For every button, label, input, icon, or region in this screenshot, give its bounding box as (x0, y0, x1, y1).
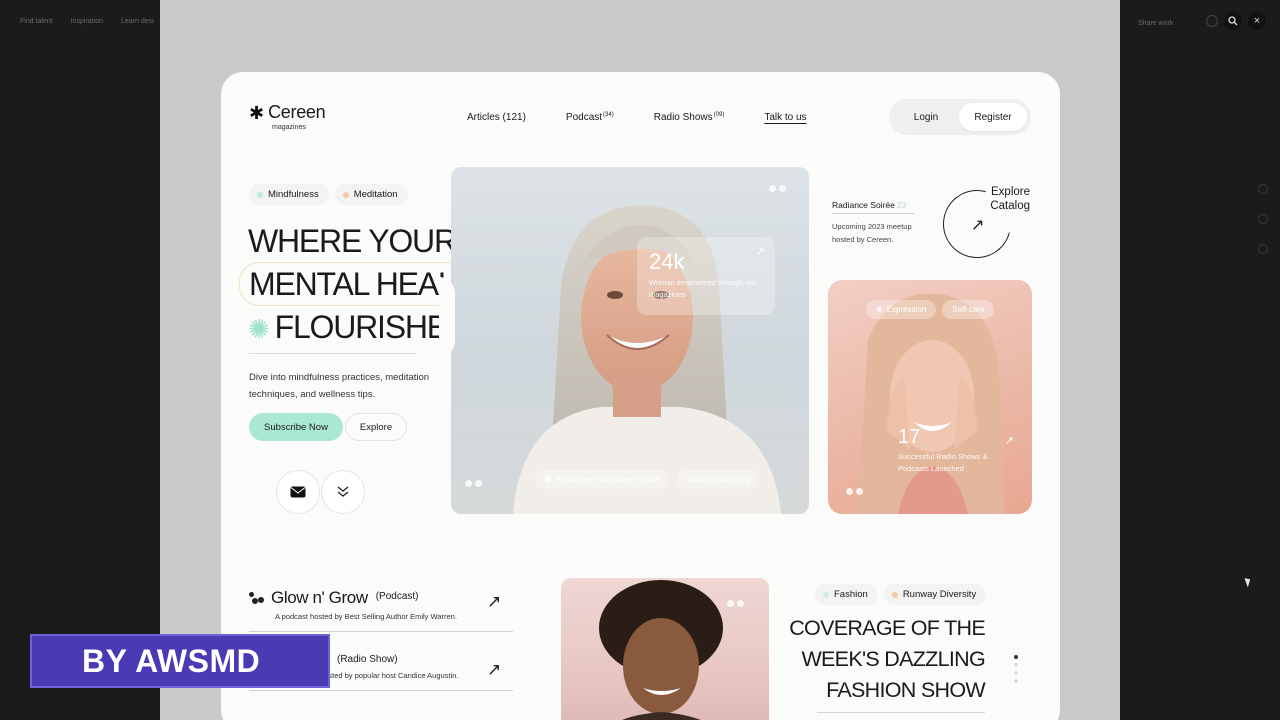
hero-photo-pills: ✺ Rediscover Your Inner Peace holistic we… (535, 470, 761, 489)
sparkle-icon: ✺ (876, 305, 883, 314)
stat-card-shows: 17 Successful Radio Shows & Podcasts Lau… (898, 426, 1014, 475)
event-underline (832, 213, 914, 214)
viewer-tools: × (1206, 12, 1266, 30)
show-title: Glow n' Grow (271, 588, 368, 607)
tag-dot (257, 191, 263, 198)
register-button[interactable]: Register (959, 103, 1027, 131)
main-nav: Articles (121) Podcast(34) Radio Shows(0… (467, 112, 807, 123)
mail-button[interactable] (276, 470, 320, 514)
mouse-cursor-icon (1244, 576, 1253, 588)
hero-description: Dive into mindfulness practices, meditat… (249, 372, 430, 400)
fashion-tags: Fashion Runway Diversity (815, 584, 987, 605)
show-item-podcast[interactable]: Glow n' Grow (Podcast) A podcast hosted … (249, 588, 513, 632)
share-work-link[interactable]: Share work (1138, 20, 1173, 27)
sparkle-icon: ✺ (545, 475, 552, 484)
viewer-top-nav: Find talent Inspiration Learn desi (20, 18, 154, 25)
fashion-photo (561, 578, 769, 720)
nav-podcast[interactable]: Podcast(34) (566, 112, 614, 123)
auth-toggle: Login Register (889, 99, 1031, 135)
event-description: Upcoming 2023 meetup hosted by Cereen. (832, 222, 912, 244)
design-shot: ✱ Cereen magazines Articles (121) Podcas… (221, 72, 1060, 720)
info-icon[interactable] (1258, 244, 1268, 254)
explore-button[interactable]: Explore (345, 413, 407, 441)
divider (249, 690, 513, 691)
pill-expression[interactable]: ✺ Expression (866, 300, 937, 319)
side-photo: ✺ Expression Self-care 17 Successful Radi… (828, 280, 1032, 514)
brand-subtitle: magazines (272, 124, 306, 131)
clover-icon: ✱ (249, 102, 265, 123)
stat-card-women: 24k Woman empowered through our magazine… (637, 237, 775, 315)
hero-portrait-image (513, 205, 781, 514)
pill-inner-peace[interactable]: ✺ Rediscover Your Inner Peace (535, 470, 670, 489)
sparkle-icon: ✺ (248, 314, 270, 344)
nav-radio-shows[interactable]: Radio Shows(09) (654, 112, 725, 123)
side-photo-pills: ✺ Expression Self-care (866, 300, 995, 319)
stat-value: 17 (898, 426, 921, 448)
tag-mindfulness[interactable]: Mindfulness (249, 184, 329, 205)
logo[interactable]: ✱ Cereen magazines (249, 102, 326, 131)
viewer-nav-inspiration[interactable]: Inspiration (71, 18, 103, 25)
nav-talk-to-us[interactable]: Talk to us (764, 112, 806, 123)
fashion-pager (727, 600, 744, 607)
divider (249, 353, 417, 354)
arrow-up-right-icon[interactable]: ↗ (756, 245, 765, 258)
arrow-up-right-icon[interactable]: ↗ (1005, 434, 1014, 447)
tag-fashion[interactable]: Fashion (815, 584, 878, 605)
show-kind: (Podcast) (375, 590, 419, 602)
divider (817, 712, 985, 713)
pill-holistic[interactable]: holistic well-being (677, 470, 761, 489)
pill-self-care[interactable]: Self-care (942, 300, 995, 319)
subscribe-button[interactable]: Subscribe Now (249, 413, 343, 441)
close-icon[interactable]: × (1248, 12, 1266, 30)
tag-meditation[interactable]: Meditation (334, 184, 408, 205)
watermark-banner: BY AWSMD (30, 634, 330, 688)
stat-caption: Woman empowered through our magazines (649, 278, 757, 299)
scroll-down-button[interactable] (321, 470, 365, 514)
like-icon[interactable] (1258, 184, 1268, 194)
image-pager (769, 185, 786, 192)
login-button[interactable]: Login (893, 112, 959, 123)
hero-photo: 24k Woman empowered through our magazine… (451, 167, 809, 514)
tag-dot (891, 591, 898, 598)
explore-catalog-link[interactable]: Explore Catalog (990, 185, 1030, 213)
tag-dot (823, 591, 829, 598)
show-kind: (Radio Show) (337, 654, 398, 665)
tag-dot (342, 191, 349, 198)
fashion-headline: COVERAGE OF THE WEEK'S DAZZLING FASHION … (789, 616, 985, 702)
zoom-icon[interactable] (1224, 12, 1242, 30)
hero-notch (439, 277, 455, 357)
tag-runway-diversity[interactable]: Runway Diversity (883, 584, 987, 605)
divider (249, 631, 513, 632)
options-icon[interactable] (1206, 15, 1218, 27)
viewer-nav-learn[interactable]: Learn desi (121, 18, 154, 25)
stat-value: 24k (649, 249, 685, 274)
nav-articles[interactable]: Articles (121) (467, 112, 526, 123)
hero-pager (465, 480, 482, 487)
show-subtitle: A podcast hosted by Best Selling Author … (275, 612, 457, 621)
mail-icon (290, 486, 306, 498)
share-icon[interactable] (1258, 214, 1268, 224)
dots-icon (249, 590, 265, 606)
side-pager (846, 488, 863, 495)
stat-caption: Successful Radio Shows & Podcasts Launch… (898, 452, 988, 473)
scroll-indicator (1014, 655, 1018, 683)
hero-tags: Mindfulness Meditation (249, 184, 408, 205)
viewer-side-icons (1258, 184, 1268, 254)
arrow-up-right-icon[interactable]: ↗ (971, 215, 984, 235)
event-title[interactable]: Radiance Soirée 23 (832, 200, 906, 210)
arrow-up-right-icon[interactable]: ↗ (487, 592, 501, 612)
viewer-nav-find-talent[interactable]: Find talent (20, 18, 53, 25)
brand-name: Cereen (268, 102, 326, 122)
arrow-up-right-icon[interactable]: ↗ (487, 660, 501, 680)
chevron-down-icon (337, 486, 349, 497)
